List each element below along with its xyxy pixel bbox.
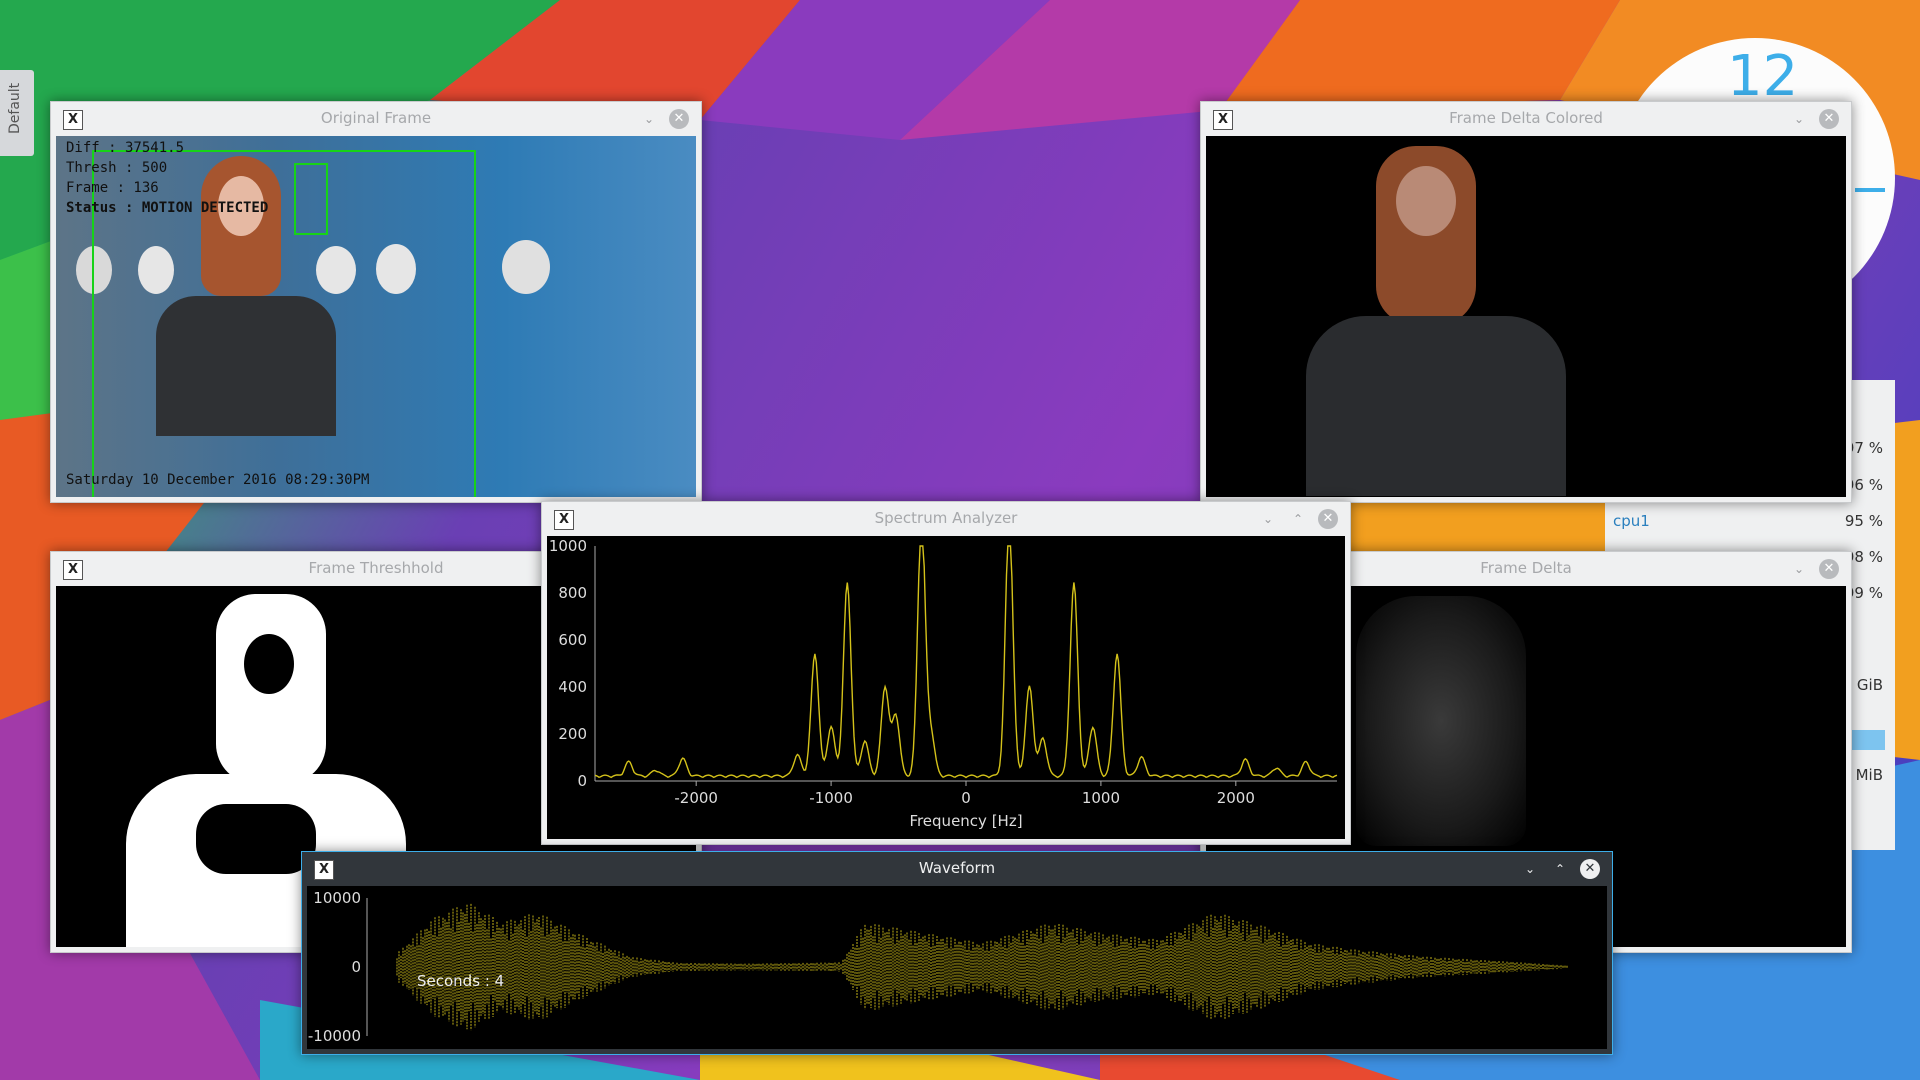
x-tick-label: 2000 <box>1217 789 1255 807</box>
status-readout: Status : MOTION DETECTED <box>66 200 269 216</box>
frame-delta-colored-window[interactable]: X Frame Delta Colored ⌄ ✕ <box>1200 101 1852 503</box>
y-tick-label: 0 <box>351 958 361 976</box>
window-title: Waveform <box>918 859 996 877</box>
cpu-label: cpu1 <box>1613 512 1650 530</box>
spectrum-plot: 1000 800 600 400 200 0 -2000 -1000 0 1000 2000 Freq… <box>547 536 1345 839</box>
thresh-readout: Thresh : 500 <box>66 160 168 176</box>
y-tick-label: -10000 <box>308 1027 361 1045</box>
chevron-up-icon[interactable]: ⌃ <box>1550 859 1570 879</box>
y-tick-label: 0 <box>577 772 587 790</box>
titlebar[interactable]: X Frame Delta Colored ⌄ ✕ <box>1201 102 1851 134</box>
close-icon[interactable]: ✕ <box>1819 559 1839 579</box>
activity-tab[interactable]: Default <box>0 70 34 156</box>
seconds-readout: Seconds : 4 <box>417 972 505 990</box>
delta-silhouette <box>1356 596 1526 846</box>
chevron-down-icon[interactable]: ⌄ <box>1258 509 1278 529</box>
original-frame-video: Diff : 37541.5 Thresh : 500 Frame : 136 … <box>56 136 696 497</box>
delta-colored-video <box>1206 136 1846 497</box>
waveform-chart: 10000 0 -10000 <box>308 889 1568 1045</box>
motion-box-small <box>294 163 328 235</box>
x-tick-label: -1000 <box>809 789 853 807</box>
spectrum-analyzer-window[interactable]: X Spectrum Analyzer ⌄ ⌃ ✕ 1000 800 600 400 2… <box>541 501 1351 845</box>
close-icon[interactable]: ✕ <box>1819 109 1839 129</box>
y-tick-label: 800 <box>558 584 587 602</box>
chevron-down-icon[interactable]: ⌄ <box>639 109 659 129</box>
close-icon[interactable]: ✕ <box>669 109 689 129</box>
waveform-series <box>396 903 1568 1031</box>
waveform-plot: 10000 0 -10000 Seconds : 4 <box>307 886 1607 1049</box>
window-title: Spectrum Analyzer <box>874 509 1018 527</box>
y-tick-label: 1000 <box>549 537 587 555</box>
colored-silhouette <box>1286 146 1586 496</box>
spectrum-chart: 10008006004002000-2000 -1000 0 1000 2000Freq… <box>549 537 1338 830</box>
clock-hour: 12 <box>1727 44 1799 109</box>
x-tick-label: -2000 <box>674 789 718 807</box>
timestamp: Saturday 10 December 2016 08:29:30PM <box>66 472 370 488</box>
window-title: Frame Delta Colored <box>1449 109 1603 127</box>
x-tick-label: 0 <box>961 789 971 807</box>
chevron-up-icon[interactable]: ⌃ <box>1288 509 1308 529</box>
frame-readout: Frame : 136 <box>66 180 159 196</box>
y-tick-label: 200 <box>558 725 587 743</box>
x-axis-label: Frequency [Hz] <box>909 812 1022 830</box>
y-tick-label: 400 <box>558 678 587 696</box>
y-tick-label: 10000 <box>313 889 361 907</box>
close-icon[interactable]: ✕ <box>1318 509 1338 529</box>
original-frame-window[interactable]: X Original Frame ⌄ ✕ Diff : 37541.5 Thre… <box>50 101 702 503</box>
chevron-down-icon[interactable]: ⌄ <box>1789 109 1809 129</box>
clock-minute-mark <box>1855 188 1885 192</box>
close-icon[interactable]: ✕ <box>1580 859 1600 879</box>
diff-readout: Diff : 37541.5 <box>66 140 185 156</box>
y-tick-label: 600 <box>558 631 587 649</box>
spectrum-series <box>594 545 1338 779</box>
chevron-down-icon[interactable]: ⌄ <box>1520 859 1540 879</box>
window-title: Original Frame <box>320 109 432 127</box>
x-tick-label: 1000 <box>1082 789 1120 807</box>
activity-tab-label: Default <box>7 82 23 134</box>
cpu-row-3: cpu1 95 % <box>1613 512 1883 530</box>
titlebar[interactable]: X Original Frame ⌄ ✕ <box>51 102 701 134</box>
chevron-down-icon[interactable]: ⌄ <box>1789 559 1809 579</box>
titlebar[interactable]: X Waveform ⌄ ⌃ ✕ <box>302 852 1612 884</box>
waveform-window[interactable]: X Waveform ⌄ ⌃ ✕ 10000 0 -10000 Seconds : … <box>301 851 1613 1055</box>
titlebar[interactable]: X Spectrum Analyzer ⌄ ⌃ ✕ <box>542 502 1350 534</box>
backdrop-dot <box>502 240 550 294</box>
